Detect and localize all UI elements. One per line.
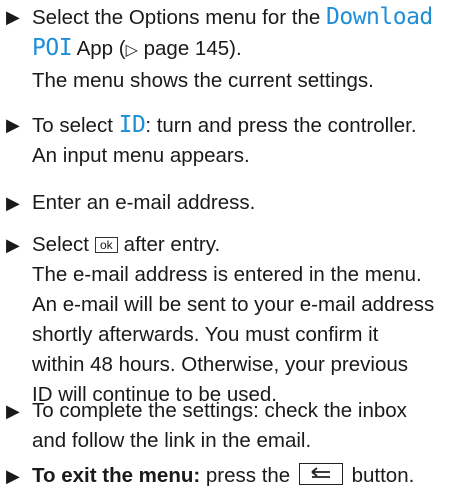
step-select-ok: ▶ Select ok after entry. The e-mail addres… xyxy=(6,230,458,410)
bullet-icon: ▶ xyxy=(6,7,20,27)
app-name-term: Download xyxy=(326,4,433,30)
back-button-icon xyxy=(298,463,343,485)
id-term: ID xyxy=(118,112,146,138)
step-result: An e-mail will be sent to your e-mail ad… xyxy=(32,293,435,316)
step-line: Select the Options menu for the Download xyxy=(32,4,433,30)
exit-label: To exit the menu: xyxy=(32,464,201,487)
bullet-icon: ▶ xyxy=(6,193,20,213)
step-exit-menu: ▶ To exit the menu: press the button. xyxy=(6,461,458,491)
step-line: POI App (▷ page 145). xyxy=(32,35,242,61)
step-line: To exit the menu: press the button. xyxy=(32,463,415,487)
step-line: Select ok after entry. xyxy=(32,233,221,256)
bullet-icon: ▶ xyxy=(6,235,20,255)
page-ref-arrow-icon: ▷ xyxy=(125,42,138,59)
bullet-icon: ▶ xyxy=(6,115,20,135)
step-line: and follow the link in the email. xyxy=(32,429,312,452)
step-result: within 48 hours. Otherwise, your previou… xyxy=(32,353,409,376)
step-result: The menu shows the current settings. xyxy=(32,69,374,92)
step-line: To complete the settings: check the inbo… xyxy=(32,399,407,422)
bullet-icon: ▶ xyxy=(6,401,20,421)
bullet-icon: ▶ xyxy=(6,466,20,486)
step-result: The e-mail address is entered in the men… xyxy=(32,263,422,286)
app-name-term: POI xyxy=(32,35,73,61)
step-result: An input menu appears. xyxy=(32,144,250,167)
step-complete-settings: ▶ To complete the settings: check the in… xyxy=(6,396,458,456)
ok-key-icon: ok xyxy=(94,237,118,253)
instruction-page: ▶ Select the Options menu for the Downlo… xyxy=(0,0,462,497)
step-select-options: ▶ Select the Options menu for the Downlo… xyxy=(6,2,458,96)
step-enter-email: ▶ Enter an e-mail address. xyxy=(6,188,458,218)
step-line: Enter an e-mail address. xyxy=(32,191,256,214)
step-result: shortly afterwards. You must confirm it xyxy=(32,323,379,346)
step-line: To select ID: turn and press the control… xyxy=(32,112,417,138)
step-select-id: ▶ To select ID: turn and press the contr… xyxy=(6,110,458,171)
